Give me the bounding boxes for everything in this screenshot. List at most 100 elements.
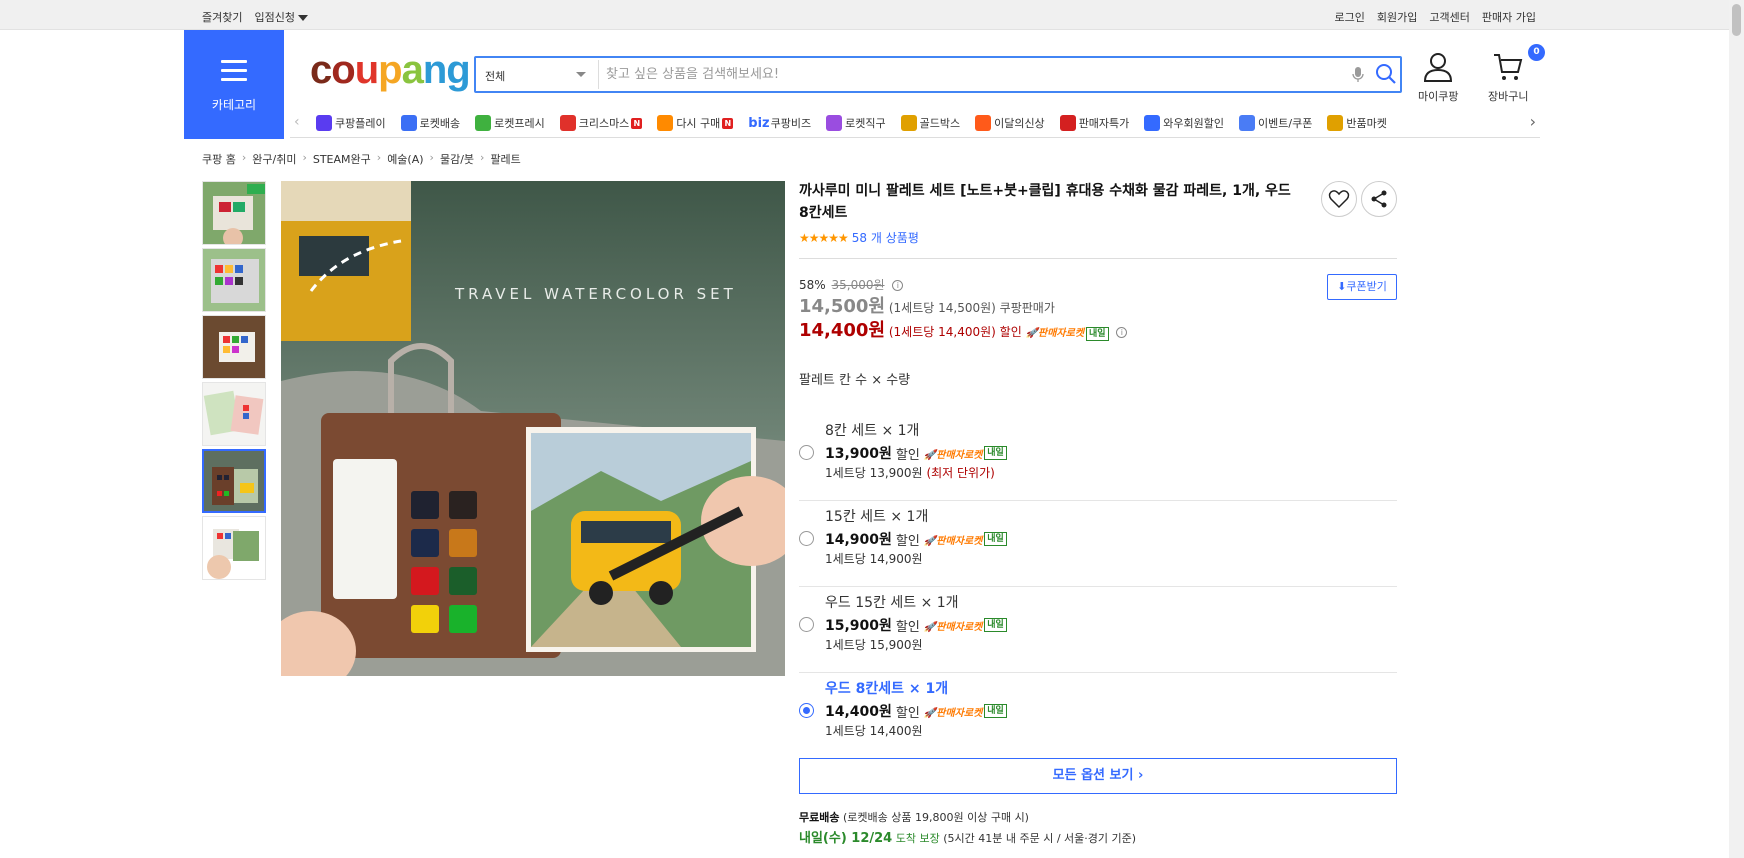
nav-item-icon <box>1327 115 1344 131</box>
nav-item-8[interactable]: 이달의신상 <box>975 115 1045 131</box>
option-discount-label: 할인 <box>895 705 920 721</box>
nav-item-label: 이달의신상 <box>994 117 1045 130</box>
nav-item-0[interactable]: 쿠팡플레이 <box>316 115 386 131</box>
category-label: 카테고리 <box>211 98 257 112</box>
breadcrumb: 쿠팡 홈 › 완구/취미 › STEAM완구 › 예술(A) › 물감/붓 › 팔레트 <box>202 151 521 167</box>
thumbnail-6[interactable] <box>202 516 266 580</box>
option-item[interactable]: 8칸 세트 × 1개 13,900원 할인 🚀판매자로켓 내일 1세트당 13,900원 … <box>799 415 1397 501</box>
nav-item-7[interactable]: 골드박스 <box>900 115 961 131</box>
cart-label: 장바구니 <box>1488 90 1529 103</box>
thumbnail-5-selected[interactable] <box>202 449 266 513</box>
nav-item-3[interactable]: 크리스마스 N <box>559 115 643 131</box>
seller-rocket-badge: 🚀판매자로켓 <box>923 621 983 633</box>
product-main-image[interactable]: TRAVEL WATERCOLOR SET <box>281 181 785 676</box>
microphone-icon[interactable] <box>1348 64 1368 84</box>
product-rating[interactable]: ★★★★★ 58 개 상품평 <box>799 229 919 246</box>
thumbnail-2[interactable] <box>202 248 266 312</box>
delivery-guarantee: 도착 보장 <box>895 832 940 845</box>
mypage-button[interactable]: 마이쿠팡 <box>1418 52 1458 104</box>
seller-price-row: 14,500원 (1세트당 14,500원) 쿠팡판매가 <box>799 292 1055 318</box>
page-scrollbar[interactable] <box>1729 0 1744 858</box>
category-menu-button[interactable]: 카테고리 <box>184 30 284 139</box>
breadcrumb-link[interactable]: 완구/취미 <box>252 151 296 167</box>
product-title: 까사루미 미니 팔레트 세트 [노트+붓+클립] 휴대용 수채화 물감 파레트,… <box>799 183 1291 221</box>
option-price-row: 15,900원 할인 🚀판매자로켓 내일 <box>825 615 1007 635</box>
thumbnail-3[interactable] <box>202 315 266 379</box>
thumbnail-1[interactable] <box>202 181 266 245</box>
breadcrumb-link[interactable]: 쿠팡 홈 <box>202 151 236 167</box>
all-options-button[interactable]: 모든 옵션 보기 › <box>799 758 1397 794</box>
seller-apply-link[interactable]: 입점신청 <box>254 9 308 25</box>
option-radio[interactable] <box>799 531 814 546</box>
nav-item-1[interactable]: 로켓배송 <box>400 115 461 131</box>
chevron-left-icon[interactable]: ‹ <box>294 114 300 130</box>
free-shipping-note: (로켓배송 상품 19,800원 이상 구매 시) <box>842 811 1029 824</box>
search-category-select[interactable]: 전체 <box>485 68 505 84</box>
search-icon[interactable] <box>1374 62 1398 86</box>
info-icon[interactable]: i <box>1116 327 1128 338</box>
wishlist-button[interactable] <box>1321 181 1357 217</box>
seller-price: 14,500원 <box>799 296 886 317</box>
sale-price-row: 14,400원 (1세트당 14,400원) 할인 🚀판매자로켓 내일 i <box>799 316 1128 342</box>
bookmark-link[interactable]: 즐겨찾기 <box>202 9 242 25</box>
breadcrumb-separator: › <box>480 151 485 164</box>
thumbnail-4[interactable] <box>202 382 266 446</box>
search-bar: 전체 <box>474 56 1402 93</box>
login-link[interactable]: 로그인 <box>1335 9 1365 25</box>
nav-item-6[interactable]: 로켓직구 <box>826 115 886 131</box>
seller-rocket-badge: 🚀판매자로켓 <box>1025 328 1085 339</box>
seller-signup-link[interactable]: 판매자 가입 <box>1482 9 1536 25</box>
breadcrumb-link[interactable]: 물감/붓 <box>440 151 474 167</box>
signup-link[interactable]: 회원가입 <box>1377 9 1417 25</box>
nav-item-label: 골드박스 <box>919 117 961 130</box>
option-item[interactable]: 우드 15칸 세트 × 1개 15,900원 할인 🚀판매자로켓 내일 1세트당 15,9… <box>799 587 1397 673</box>
seller-price-unit: (1세트당 14,500원) <box>888 301 996 315</box>
chevron-down-icon[interactable] <box>576 72 586 77</box>
nav-item-2[interactable]: 로켓프레시 <box>475 115 545 131</box>
option-item[interactable]: 15칸 세트 × 1개 14,900원 할인 🚀판매자로켓 내일 1세트당 14,900원 <box>799 501 1397 587</box>
delivery-date: 내일(수) 12/24 <box>799 831 893 846</box>
option-radio[interactable] <box>799 703 814 718</box>
coupon-button[interactable]: ⬇쿠폰받기 <box>1327 274 1397 300</box>
nav-item-label: 로켓프레시 <box>494 117 545 130</box>
user-icon <box>1424 53 1453 82</box>
chevron-right-icon[interactable]: › <box>1530 112 1536 131</box>
nav-item-4[interactable]: 다시 구매 N <box>657 115 734 131</box>
category-nav: ‹ 쿠팡플레이 로켓배송 로켓프레시 크리스마스 N 다시 구매 N biz 쿠팡비즈 로켓직구 골… <box>290 110 1540 138</box>
seller-rocket-badge: 🚀판매자로켓 <box>923 707 983 719</box>
nav-item-11[interactable]: 이벤트/쿠폰 <box>1239 115 1312 131</box>
discount-info: 58% 35,000원 i <box>799 276 904 293</box>
review-count-link[interactable]: 58 개 상품평 <box>852 229 919 246</box>
tomorrow-badge: 내일 <box>984 704 1007 718</box>
customer-center-link[interactable]: 고객센터 <box>1429 9 1469 25</box>
option-item[interactable]: 우드 8칸세트 × 1개 14,400원 할인 🚀판매자로켓 내일 1세트당 14,400… <box>799 673 1397 759</box>
info-icon[interactable]: i <box>892 280 904 291</box>
sale-price: 14,400원 <box>799 320 886 341</box>
nav-item-9[interactable]: 판매자특가 <box>1059 115 1129 131</box>
nav-item-5[interactable]: biz 쿠팡비즈 <box>748 115 811 131</box>
tomorrow-badge: 내일 <box>1086 327 1109 341</box>
breadcrumb-link[interactable]: 팔레트 <box>490 151 520 167</box>
coupang-logo[interactable]: coupang <box>310 50 471 90</box>
nav-item-label: 로켓배송 <box>419 117 461 130</box>
scrollbar-thumb[interactable] <box>1732 4 1741 36</box>
option-price: 14,400원 <box>825 704 892 720</box>
nav-item-icon <box>559 115 576 131</box>
option-radio[interactable] <box>799 617 814 632</box>
sale-label: 할인 <box>999 325 1022 339</box>
share-button[interactable] <box>1361 181 1397 217</box>
nav-item-icon <box>975 115 992 131</box>
nav-item-icon <box>826 115 843 131</box>
cart-button[interactable]: 장바구니 0 <box>1488 44 1545 104</box>
nav-item-label: 와우회원할인 <box>1163 117 1225 130</box>
option-radio[interactable] <box>799 445 814 460</box>
nav-item-12[interactable]: 반품마켓 <box>1327 115 1387 131</box>
free-shipping-label: 무료배송 <box>799 811 840 824</box>
nav-item-10[interactable]: 와우회원할인 <box>1144 115 1224 131</box>
search-input[interactable] <box>606 60 1326 89</box>
breadcrumb-link[interactable]: 예술(A) <box>387 151 423 167</box>
breadcrumb-separator: › <box>241 151 247 164</box>
share-icon <box>1371 190 1387 208</box>
cart-icon <box>1494 54 1523 80</box>
breadcrumb-link[interactable]: STEAM완구 <box>313 151 371 167</box>
